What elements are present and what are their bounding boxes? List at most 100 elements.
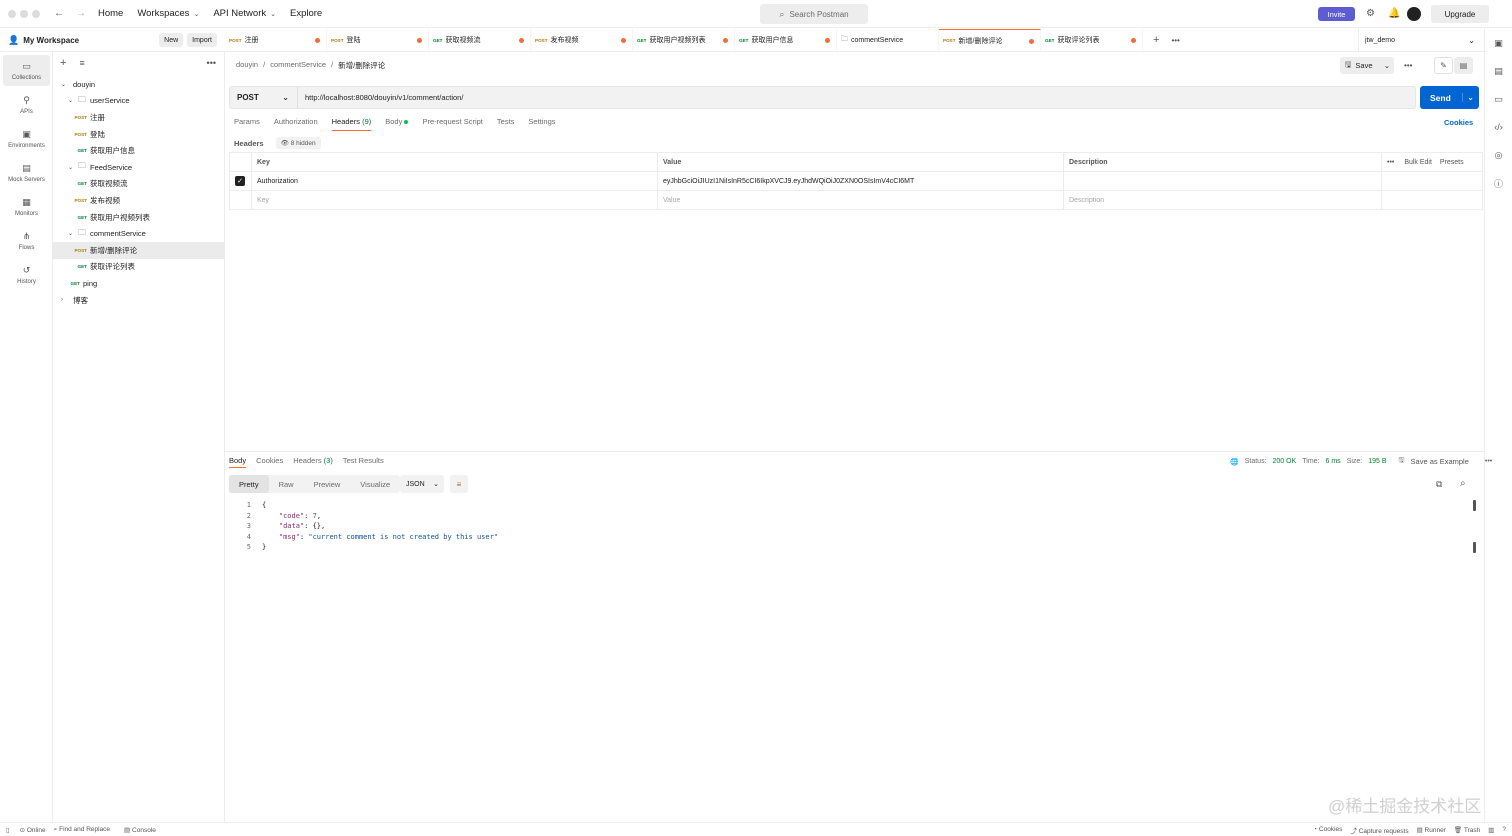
tree-collection[interactable]: ⌄ douyin — [53, 76, 224, 93]
nav-api-network[interactable]: API Network ⌄ — [213, 8, 276, 19]
tab-headers[interactable]: Headers (9) — [331, 117, 372, 131]
breadcrumb-request[interactable]: 新增/删除评论 — [338, 60, 385, 71]
time-value[interactable]: 6 ms — [1326, 458, 1341, 465]
url-input[interactable]: http://localhost:8080/douyin/v1/comment/… — [298, 93, 463, 102]
tree-request[interactable]: POST 发布视频 — [53, 192, 224, 209]
res-tab-cookies[interactable]: Cookies — [256, 456, 283, 468]
new-description-input[interactable]: Description — [1063, 190, 1382, 210]
tree-request[interactable]: GET 获取用户视频列表 — [53, 209, 224, 226]
rail-environments[interactable]: ▣ Environments — [3, 123, 50, 154]
new-value-input[interactable]: Value — [657, 190, 1064, 210]
request-tab[interactable]: GET 获取用户视频列表 — [633, 29, 735, 51]
format-preview[interactable]: Preview — [304, 475, 351, 493]
comment-mode-icon[interactable]: ▤ — [1454, 57, 1473, 74]
save-as-example-button[interactable]: Save as Example — [1411, 457, 1469, 466]
hidden-headers-toggle[interactable]: 👁 8 hidden — [275, 137, 321, 149]
breadcrumb-folder[interactable]: commentService — [270, 60, 326, 71]
request-tab[interactable]: 🗀 commentService — [837, 29, 939, 51]
tab-authorization[interactable]: Authorization — [274, 117, 318, 131]
tree-request[interactable]: POST 登陆 — [53, 126, 224, 143]
res-tab-headers[interactable]: Headers (3) — [293, 456, 333, 468]
breadcrumb-collection[interactable]: douyin — [236, 60, 258, 71]
row-key[interactable]: Authorization — [251, 171, 658, 191]
rail-mock-servers[interactable]: ▤ Mock Servers — [3, 157, 50, 188]
window-zoom-dot[interactable] — [32, 9, 40, 18]
search-box[interactable]: ⌕ Search Postman — [760, 4, 868, 24]
request-tab[interactable]: GET 获取视频流 — [429, 29, 531, 51]
tree-request[interactable]: GET ping — [53, 275, 224, 292]
rail-collections[interactable]: ▭ Collections — [3, 55, 50, 86]
request-tab[interactable]: POST 注册 — [225, 29, 327, 51]
tree-request[interactable]: GET 获取视频流 — [53, 176, 224, 193]
row-description[interactable] — [1063, 171, 1382, 191]
tab-body[interactable]: Body — [385, 117, 409, 131]
scrollbar-thumb[interactable] — [1473, 542, 1476, 553]
format-raw[interactable]: Raw — [269, 475, 304, 493]
new-tab-icon[interactable]: + — [1153, 34, 1159, 46]
back-arrow-icon[interactable]: ← — [54, 8, 64, 19]
save-button[interactable]: 🖫 Save ⌄ — [1340, 57, 1394, 74]
request-tab[interactable]: GET 获取评论列表 — [1041, 29, 1143, 51]
rail-monitors[interactable]: ▦ Monitors — [3, 191, 50, 222]
more-icon[interactable]: ••• — [1387, 159, 1394, 166]
tree-collection[interactable]: › 博客 — [53, 292, 224, 309]
globe-icon[interactable]: 🌐 — [1230, 458, 1239, 466]
status-value[interactable]: 200 OK — [1273, 458, 1297, 465]
send-dropdown-icon[interactable]: ⌄ — [1462, 93, 1474, 102]
comments-icon[interactable]: ▭ — [1485, 85, 1512, 113]
settings-icon[interactable]: ⚙ — [1366, 8, 1375, 19]
add-icon[interactable]: + — [60, 57, 66, 69]
pane-divider[interactable] — [225, 451, 1484, 452]
info-icon[interactable]: ⓘ — [1485, 169, 1512, 197]
search-response-icon[interactable]: ⌕ — [1460, 478, 1466, 489]
rail-history[interactable]: ↺ History — [3, 259, 50, 290]
nav-workspaces[interactable]: Workspaces ⌄ — [137, 8, 199, 19]
res-tab-body[interactable]: Body — [229, 456, 247, 468]
request-tab[interactable]: GET 获取用户信息 — [735, 29, 837, 51]
upgrade-button[interactable]: Upgrade — [1431, 5, 1489, 23]
send-button[interactable]: Send ⌄ — [1420, 86, 1479, 109]
cookies-button[interactable]: ◔ Cookies — [1313, 826, 1342, 833]
response-more-icon[interactable]: ••• — [1485, 458, 1492, 465]
avatar[interactable] — [1407, 7, 1421, 21]
environment-selector[interactable]: jtw_demo ⌄ — [1358, 29, 1483, 52]
language-select[interactable]: JSON ⌄ — [400, 475, 444, 493]
tree-folder[interactable]: ⌄ 🗀 FeedService — [53, 159, 224, 176]
size-value[interactable]: 195 B — [1368, 458, 1386, 465]
request-tab-active[interactable]: POST 新增/删除评论 — [939, 29, 1041, 51]
format-pretty[interactable]: Pretty — [229, 475, 269, 493]
lightbulb-icon[interactable]: ◎ — [1485, 141, 1512, 169]
help-icon[interactable]: ? — [1502, 826, 1506, 833]
tree-request[interactable]: GET 获取评论列表 — [53, 259, 224, 276]
new-button[interactable]: New — [159, 33, 184, 47]
documentation-icon[interactable]: ▤ — [1485, 57, 1512, 85]
window-minimize-dot[interactable] — [20, 9, 28, 18]
tree-request[interactable]: POST 注册 — [53, 109, 224, 126]
copy-icon[interactable]: ⧉ — [1436, 479, 1442, 490]
tab-tests[interactable]: Tests — [497, 117, 515, 131]
res-tab-test-results[interactable]: Test Results — [343, 456, 384, 468]
row-checkbox[interactable]: ✓ — [235, 176, 245, 186]
workspace-name[interactable]: My Workspace — [23, 36, 79, 45]
tab-params[interactable]: Params — [234, 117, 260, 131]
request-more-icon[interactable]: ••• — [1404, 61, 1412, 70]
layout-icon[interactable]: ▥ — [1488, 826, 1494, 834]
code-icon[interactable]: ‹/› — [1485, 113, 1512, 141]
tabs-more-icon[interactable]: ••• — [1171, 36, 1179, 45]
edit-icon[interactable]: ✎ — [1434, 57, 1453, 74]
tree-request[interactable]: GET 获取用户信息 — [53, 142, 224, 159]
response-body[interactable]: 1{ 2 "code": 7, 3 "data": {}, 4 "msg": "… — [236, 500, 498, 553]
presets-dropdown[interactable]: Presets — [1440, 159, 1464, 166]
forward-arrow-icon[interactable]: → — [76, 8, 86, 19]
trash-button[interactable]: 🗑 Trash — [1454, 826, 1480, 834]
more-icon[interactable]: ••• — [207, 58, 216, 68]
bulk-edit-link[interactable]: Bulk Edit — [1404, 159, 1432, 166]
sidebar-toggle-icon[interactable]: ▯ — [6, 826, 10, 834]
wrap-lines-icon[interactable]: ≡ — [450, 475, 468, 493]
scrollbar-thumb[interactable] — [1473, 500, 1476, 511]
console-button[interactable]: ▤ Console — [124, 826, 156, 834]
tab-prerequest-script[interactable]: Pre-request Script — [422, 117, 482, 131]
tab-settings[interactable]: Settings — [528, 117, 555, 131]
new-key-input[interactable]: Key — [251, 190, 658, 210]
import-button[interactable]: Import — [187, 33, 217, 47]
